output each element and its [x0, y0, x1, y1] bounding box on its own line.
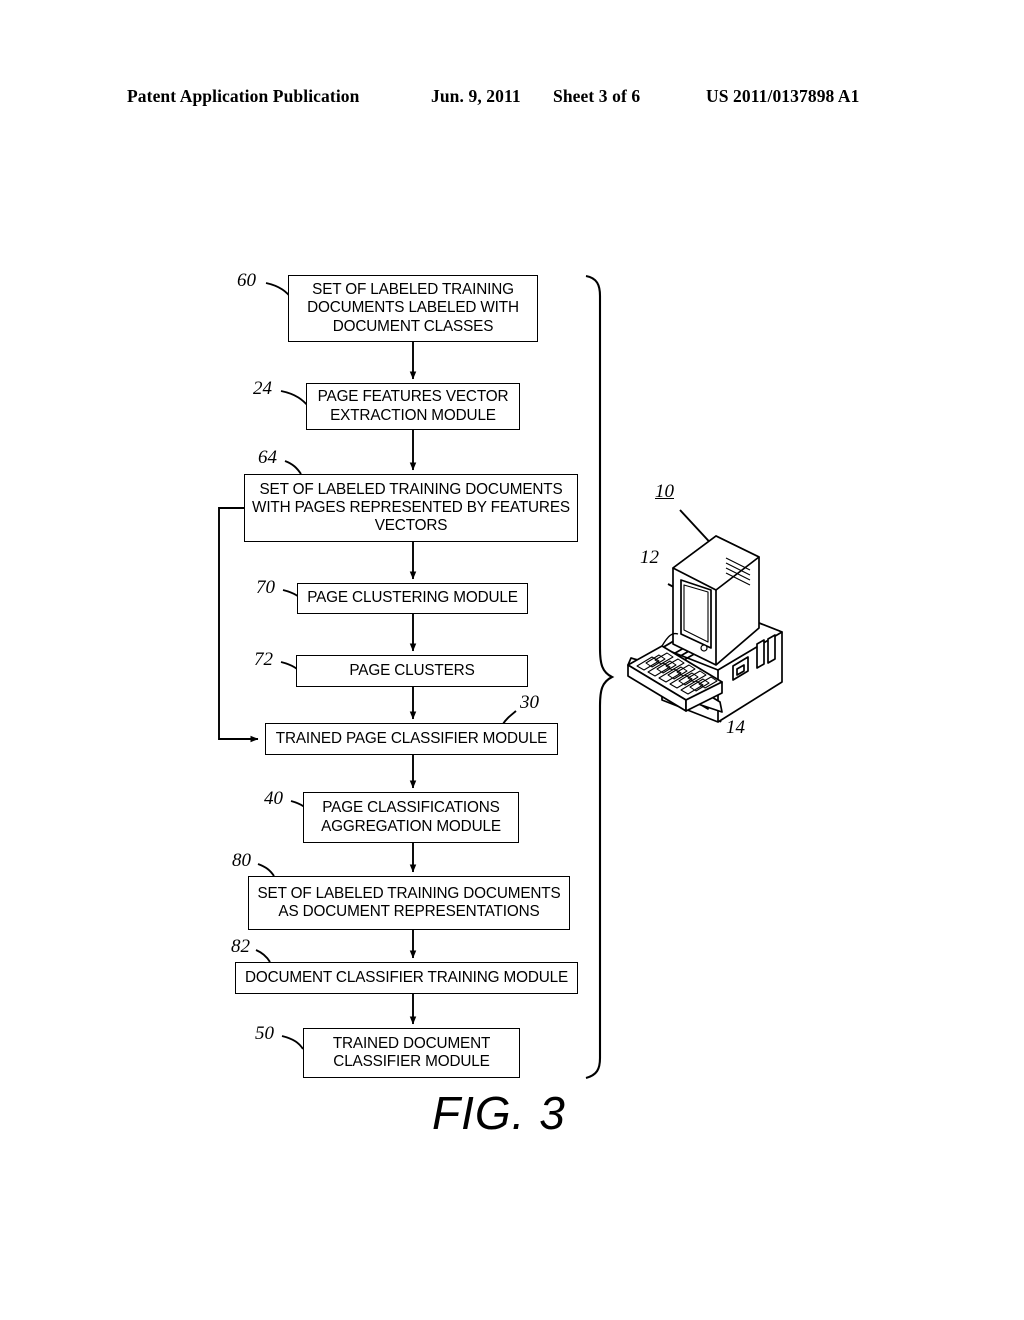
flow-box-50[interactable]: TRAINED DOCUMENT CLASSIFIER MODULE — [303, 1028, 520, 1078]
ref-numeral-40: 40 — [264, 788, 283, 809]
flow-box-82[interactable]: DOCUMENT CLASSIFIER TRAINING MODULE — [235, 962, 578, 994]
ref-numeral-72: 72 — [254, 649, 273, 670]
ref-numeral-60: 60 — [237, 270, 256, 291]
flow-box-80[interactable]: SET OF LABELED TRAINING DOCUMENTS AS DOC… — [248, 876, 570, 930]
flow-box-30[interactable]: TRAINED PAGE CLASSIFIER MODULE — [265, 723, 558, 755]
flow-box-80-label: SET OF LABELED TRAINING DOCUMENTS AS DOC… — [257, 884, 561, 920]
ref-numeral-82: 82 — [231, 936, 250, 957]
ref-numeral-30: 30 — [520, 692, 539, 713]
ref-numeral-12: 12 — [640, 547, 659, 568]
flow-box-60[interactable]: SET OF LABELED TRAINING DOCUMENTS LABELE… — [288, 275, 538, 342]
flow-box-64-label: SET OF LABELED TRAINING DOCUMENTS WITH P… — [252, 480, 570, 535]
flow-box-24-label: PAGE FEATURES VECTOR EXTRACTION MODULE — [317, 388, 509, 424]
figure-3-diagram: SET OF LABELED TRAINING DOCUMENTS LABELE… — [0, 0, 1024, 1320]
flow-box-60-label: SET OF LABELED TRAINING DOCUMENTS LABELE… — [307, 281, 519, 335]
ref-numeral-14: 14 — [726, 717, 745, 738]
flow-box-40[interactable]: PAGE CLASSIFICATIONS AGGREGATION MODULE — [303, 792, 519, 843]
ref-numeral-64: 64 — [258, 447, 277, 468]
flow-box-72[interactable]: PAGE CLUSTERS — [296, 655, 528, 687]
monitor-power-led — [700, 644, 708, 652]
leader-64 — [284, 460, 302, 475]
leader-50 — [281, 1035, 304, 1050]
ref-numeral-80: 80 — [232, 850, 251, 871]
feedback-connector-64-30 — [218, 507, 259, 743]
flow-box-24[interactable]: PAGE FEATURES VECTOR EXTRACTION MODULE — [306, 383, 520, 430]
flow-box-40-label: PAGE CLASSIFICATIONS AGGREGATION MODULE — [321, 799, 501, 835]
system-brace — [585, 274, 615, 1080]
leader-24 — [280, 390, 310, 408]
ref-numeral-70: 70 — [256, 577, 275, 598]
flow-box-64[interactable]: SET OF LABELED TRAINING DOCUMENTS WITH P… — [244, 474, 578, 542]
leader-82 — [255, 949, 271, 963]
flow-box-70-label: PAGE CLUSTERING MODULE — [307, 589, 518, 607]
flow-box-50-label: TRAINED DOCUMENT CLASSIFIER MODULE — [332, 1034, 491, 1070]
leader-80 — [257, 863, 275, 877]
tower-bay-2 — [767, 634, 776, 664]
flow-box-82-label: DOCUMENT CLASSIFIER TRAINING MODULE — [244, 968, 569, 986]
figure-caption: FIG. 3 — [432, 1087, 566, 1139]
ref-numeral-50: 50 — [255, 1023, 274, 1044]
tower-bay-1 — [756, 639, 765, 669]
ref-numeral-24: 24 — [253, 378, 272, 399]
flow-box-70[interactable]: PAGE CLUSTERING MODULE — [297, 583, 528, 614]
flow-box-72-label: PAGE CLUSTERS — [349, 661, 475, 679]
flow-box-30-label: TRAINED PAGE CLASSIFIER MODULE — [275, 729, 548, 747]
ref-numeral-10: 10 — [655, 481, 674, 502]
